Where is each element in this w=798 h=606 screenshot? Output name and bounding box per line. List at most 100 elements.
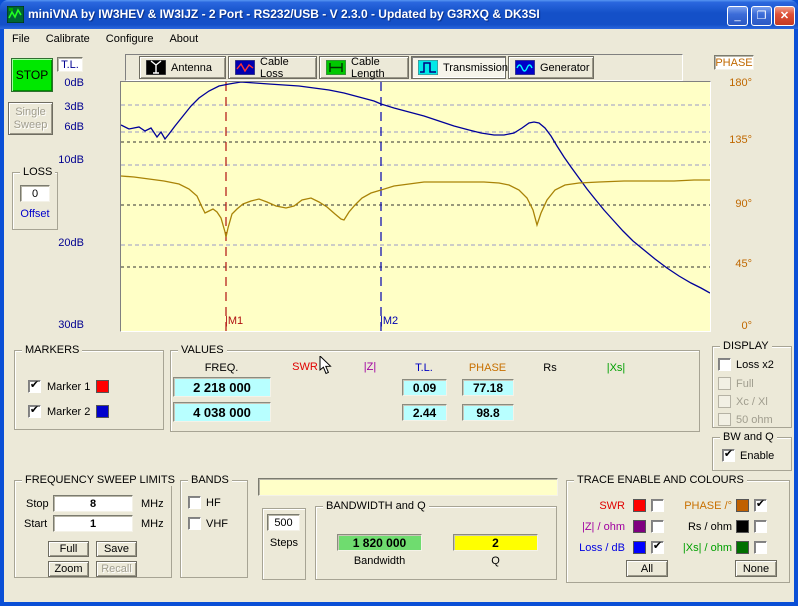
bwq-enable-label: Enable (740, 450, 774, 462)
loss-trace (121, 176, 710, 237)
marker2-color-swatch[interactable] (96, 405, 109, 418)
generator-icon (515, 60, 535, 75)
tab-transmission[interactable]: Transmission (411, 56, 506, 79)
menu-calibrate[interactable]: Calibrate (38, 31, 98, 47)
trace-enable-group-title: TRACE ENABLE AND COLOURS (574, 474, 747, 486)
tab-generator[interactable]: Generator (508, 56, 594, 79)
bw-and-q-group-title: BW and Q (720, 431, 777, 443)
cable-loss-icon (235, 60, 255, 75)
xc-xl-checkbox[interactable] (718, 395, 731, 408)
trace-xs-swatch[interactable] (736, 541, 749, 554)
trace-rs-checkbox[interactable] (754, 520, 767, 533)
tab-cable-loss[interactable]: Cable Loss (228, 56, 317, 79)
tl-axis-title: T.L. (57, 57, 83, 72)
stop-freq-input[interactable]: 8 (53, 495, 133, 512)
xc-xl-label: Xc / Xl (736, 396, 768, 408)
marker1-phase-value: 77.18 (462, 379, 514, 396)
stop-button[interactable]: STOP (11, 58, 53, 92)
tab-antenna[interactable]: Antenna (139, 56, 226, 79)
loss-group-title: LOSS (20, 166, 55, 178)
loss-offset-value: 0 (32, 188, 38, 200)
marker2-freq-value: 4 038 000 (173, 402, 271, 422)
menu-configure[interactable]: Configure (98, 31, 162, 47)
full-span-button[interactable]: Full (48, 541, 89, 557)
mouse-cursor (319, 356, 332, 375)
full-label: Full (736, 378, 754, 390)
recall-label: Recall (101, 563, 132, 575)
close-button[interactable]: ✕ (774, 6, 795, 26)
tab-cable-length-label: Cable Length (351, 56, 402, 80)
phase-tick-90: 90° (722, 198, 752, 210)
marker1-freq-text: 2 218 000 (193, 380, 251, 395)
values-header-tl: T.L. (402, 362, 446, 374)
marker1-checkbox[interactable] (28, 380, 41, 393)
transmission-icon (418, 60, 438, 75)
single-sweep-button[interactable]: Single Sweep (8, 102, 53, 135)
tab-cable-length[interactable]: Cable Length (319, 56, 409, 79)
markers-group-title: MARKERS (22, 344, 82, 356)
50-ohm-checkbox[interactable] (718, 413, 731, 426)
trace-swr-checkbox[interactable] (651, 499, 664, 512)
marker2-phase-text: 98.8 (476, 406, 499, 420)
vhf-band-checkbox[interactable] (188, 517, 201, 530)
message-field[interactable] (258, 478, 558, 496)
marker1-tl-text: 0.09 (413, 381, 436, 395)
marker2-label-text: Marker 2 (47, 406, 90, 418)
minimize-button[interactable]: _ (727, 6, 748, 26)
loss-offset-input[interactable]: 0 (20, 185, 50, 202)
marker1-phase-text: 77.18 (473, 381, 503, 395)
trace-loss-swatch[interactable] (633, 541, 646, 554)
bandwidth-value-text: 1 820 000 (353, 536, 406, 550)
tl-tick-3db: 3dB (58, 101, 84, 113)
trace-xs-checkbox[interactable] (754, 541, 767, 554)
marker1-freq-value: 2 218 000 (173, 377, 271, 397)
phase-tick-45: 45° (722, 258, 752, 270)
vhf-band-label: VHF (206, 518, 228, 530)
recall-button[interactable]: Recall (96, 561, 137, 577)
offset-label: Offset (14, 208, 56, 220)
tl-tick-30db: 30dB (52, 319, 84, 331)
save-label: Save (104, 543, 129, 555)
trace-z-swatch[interactable] (633, 520, 646, 533)
trace-phase-swatch[interactable] (736, 499, 749, 512)
marker2-phase-value: 98.8 (462, 404, 514, 421)
start-freq-input[interactable]: 1 (53, 515, 133, 532)
steps-input[interactable]: 500 (267, 514, 300, 531)
phase-trace (121, 82, 710, 293)
trace-rs-swatch[interactable] (736, 520, 749, 533)
gridlines-loss (121, 105, 710, 245)
full-span-label: Full (60, 543, 78, 555)
start-freq-value: 1 (90, 518, 96, 530)
trace-all-label: All (641, 563, 653, 575)
menu-about[interactable]: About (161, 31, 206, 47)
trace-phase-checkbox[interactable] (754, 499, 767, 512)
values-header-z: |Z| (350, 361, 390, 373)
trace-none-button[interactable]: None (735, 560, 777, 577)
trace-z-checkbox[interactable] (651, 520, 664, 533)
menu-bar: File Calibrate Configure About (4, 29, 794, 48)
zoom-button[interactable]: Zoom (48, 561, 89, 577)
hf-band-checkbox[interactable] (188, 496, 201, 509)
marker1-tl-value: 0.09 (402, 379, 447, 396)
trace-loss-checkbox[interactable] (651, 541, 664, 554)
maximize-button[interactable]: ❐ (751, 6, 772, 26)
marker2-checkbox[interactable] (28, 405, 41, 418)
antenna-icon (146, 60, 166, 75)
save-button[interactable]: Save (96, 541, 137, 557)
marker1-color-swatch[interactable] (96, 380, 109, 393)
frequency-sweep-limits-title: FREQUENCY SWEEP LIMITS (22, 474, 178, 486)
full-checkbox[interactable] (718, 377, 731, 390)
bwq-enable-checkbox[interactable] (722, 449, 735, 462)
loss-x2-checkbox[interactable] (718, 358, 731, 371)
trace-all-button[interactable]: All (626, 560, 668, 577)
chart-plot-area[interactable]: |M1 |M2 (120, 81, 711, 332)
values-header-freq: FREQ. (173, 362, 270, 374)
close-icon: ✕ (780, 10, 789, 22)
tab-cable-loss-label: Cable Loss (260, 56, 310, 80)
menu-file[interactable]: File (4, 31, 38, 47)
phase-tick-0: 0° (722, 320, 752, 332)
50-ohm-label: 50 ohm (736, 414, 773, 426)
cable-length-icon (326, 60, 346, 75)
single-sweep-label: Single Sweep (11, 106, 51, 132)
trace-swr-swatch[interactable] (633, 499, 646, 512)
